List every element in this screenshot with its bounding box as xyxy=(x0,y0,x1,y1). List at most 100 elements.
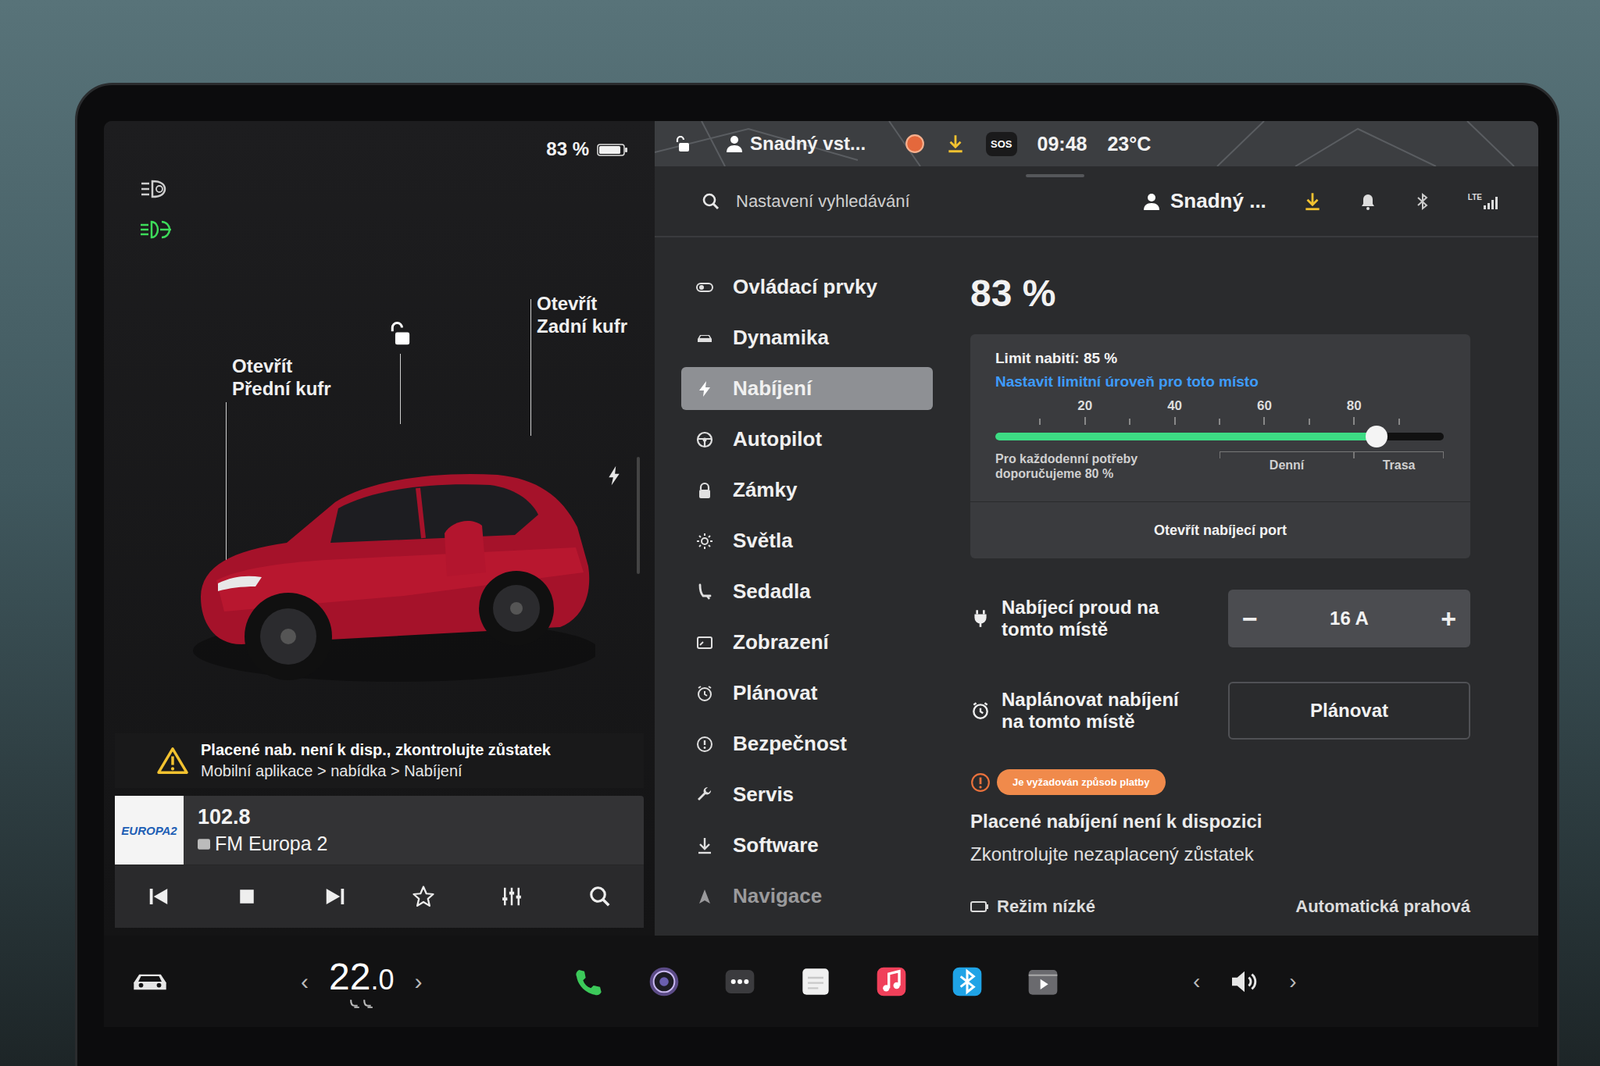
increase-button[interactable]: + xyxy=(1440,603,1457,635)
menu-item[interactable]: Sedadla xyxy=(681,570,933,614)
profile-button[interactable]: Snadný ... xyxy=(1142,189,1267,214)
car-icon[interactable] xyxy=(132,970,168,994)
media-info[interactable]: EUROPA2 102.8 FM Europa 2 xyxy=(114,796,644,866)
menu-item-label: Ovládací prvky xyxy=(732,275,878,300)
search-icon[interactable] xyxy=(588,885,612,909)
settings-panel: Snadný vst... SOS 09:48 23°C Nastavení v… xyxy=(654,121,1539,936)
tick-mark xyxy=(1308,418,1311,425)
frunk-button[interactable]: Otevřít Přední kufr xyxy=(232,355,332,401)
tick-mark xyxy=(1218,418,1221,425)
schedule-button[interactable]: Plánovat xyxy=(1228,682,1471,740)
driver-profile[interactable]: Snadný vst... xyxy=(725,132,866,155)
status-bar: Snadný vst... SOS 09:48 23°C xyxy=(654,121,1539,167)
update-download-icon[interactable] xyxy=(1302,191,1323,212)
slider-handle[interactable] xyxy=(1365,425,1388,448)
favorite-icon[interactable] xyxy=(411,885,436,909)
temp-whole: 22 xyxy=(328,956,371,998)
settings-header: Nastavení vyhledávání Snadný ... LTE xyxy=(654,166,1539,238)
daily-range: Denní xyxy=(1219,451,1354,473)
station-logo: EUROPA2 xyxy=(114,796,184,865)
menu-item-label: Autopilot xyxy=(732,427,822,452)
low-power-mode[interactable]: Režim nízké xyxy=(970,896,1096,918)
temp-value: 22.0 xyxy=(328,955,394,999)
update-download-icon[interactable] xyxy=(945,133,966,154)
temp-display[interactable]: 22.0 xyxy=(328,955,394,1009)
settings-search[interactable]: Nastavení vyhledávání xyxy=(701,191,911,212)
menu-item[interactable]: Zámky xyxy=(681,468,933,512)
signal-bars-icon xyxy=(1483,196,1500,210)
menu-item[interactable]: Software xyxy=(681,824,933,868)
sos-button[interactable]: SOS xyxy=(985,132,1017,157)
temp-down-button[interactable]: ‹ xyxy=(300,968,309,996)
notes-icon[interactable] xyxy=(800,966,832,998)
stop-icon[interactable] xyxy=(235,885,259,909)
menu-item[interactable]: Světla xyxy=(681,519,933,563)
plug-icon xyxy=(970,608,991,629)
previous-icon[interactable] xyxy=(146,885,171,909)
video-icon[interactable] xyxy=(1027,966,1059,998)
temp-fraction: .0 xyxy=(370,964,394,997)
open-charge-port-button[interactable]: Otevřít nabíjecí port xyxy=(970,501,1471,559)
volume-down-button[interactable]: ‹ xyxy=(1192,969,1200,995)
decrease-button[interactable]: − xyxy=(1242,603,1258,635)
menu-item[interactable]: Autopilot xyxy=(681,417,933,461)
volume-up-button[interactable]: › xyxy=(1289,969,1297,995)
battery-level: 83 % xyxy=(970,271,1471,335)
menu-item[interactable]: Nabíjení xyxy=(681,367,933,411)
search-icon xyxy=(701,192,721,211)
music-icon[interactable] xyxy=(875,966,908,998)
low-beam-icon[interactable] xyxy=(138,217,173,242)
menu-item[interactable]: Bezpečnost xyxy=(681,722,933,766)
menu-item[interactable]: Ovládací prvky xyxy=(681,265,933,309)
next-icon[interactable] xyxy=(323,885,347,909)
warning-icon xyxy=(157,746,189,775)
charge-limit-slider[interactable] xyxy=(995,432,1444,441)
alert-banner[interactable]: Placené nab. není k disp., zkontrolujte … xyxy=(114,733,644,789)
menu-item[interactable]: Navigace xyxy=(681,875,933,918)
trunk-line xyxy=(530,299,532,436)
more-settings: Režim nízké Automatická prahová xyxy=(970,896,1471,918)
daily-label: Denní xyxy=(1269,458,1304,473)
charge-limit-label: Limit nabití: 85 % xyxy=(995,350,1444,368)
tick-label: 20 xyxy=(1077,398,1093,415)
lamp-indicators xyxy=(138,177,173,242)
menu-item-label: Plánovat xyxy=(732,681,818,706)
tick-label: 60 xyxy=(1257,398,1272,415)
camera-icon[interactable] xyxy=(648,966,680,998)
set-location-limit-link[interactable]: Nastavit limitní úroveň pro toto místo xyxy=(995,373,1444,391)
tick-mark xyxy=(1039,418,1041,425)
status-items: Snadný vst... SOS 09:48 23°C xyxy=(654,121,1539,167)
menu-item[interactable]: Plánovat xyxy=(681,671,933,715)
recording-icon xyxy=(904,133,925,154)
alert-text: Placené nab. není k disp., zkontrolujte … xyxy=(200,741,551,781)
slider-fill xyxy=(995,432,1377,441)
menu-item[interactable]: Servis xyxy=(681,773,933,817)
phone-icon[interactable] xyxy=(572,966,604,998)
bluetooth-icon[interactable] xyxy=(1413,192,1433,211)
seat-icon xyxy=(695,582,715,602)
frequency: 102.8 xyxy=(197,805,329,830)
notification-bell-icon[interactable] xyxy=(1358,192,1378,211)
car-icon xyxy=(169,416,596,690)
temp-up-button[interactable]: › xyxy=(414,968,422,996)
auto-headlight-icon[interactable] xyxy=(138,177,170,201)
search-placeholder: Nastavení vyhledávání xyxy=(735,191,911,212)
seat-heater-icon[interactable] xyxy=(349,998,375,1009)
vehicle-stage: Otevřít Přední kufr Otevřít Zadní kufr xyxy=(114,167,644,726)
menu-item[interactable]: Zobrazení xyxy=(681,621,933,665)
unlocked-icon[interactable] xyxy=(388,321,412,348)
download-icon xyxy=(695,836,715,856)
range-bracket xyxy=(1353,451,1444,459)
equalizer-icon[interactable] xyxy=(500,885,524,909)
lock-line xyxy=(400,353,401,425)
auto-threshold[interactable]: Automatická prahová xyxy=(1295,896,1471,918)
more-apps-icon[interactable] xyxy=(724,966,756,998)
menu-item[interactable]: Dynamika xyxy=(681,316,933,360)
page: 83 % Otevřít Přední kufr Otevřít Zadní k… xyxy=(0,0,1600,1066)
speaker-icon[interactable] xyxy=(1229,969,1260,995)
drawer-handle[interactable] xyxy=(1025,174,1085,178)
schedule-label: Naplánovat nabíjení na tomto místě xyxy=(1001,689,1193,733)
charge-port-icon[interactable] xyxy=(607,464,622,487)
trunk-button[interactable]: Otevřít Zadní kufr xyxy=(536,292,628,339)
bluetooth-app-icon[interactable] xyxy=(951,966,983,998)
